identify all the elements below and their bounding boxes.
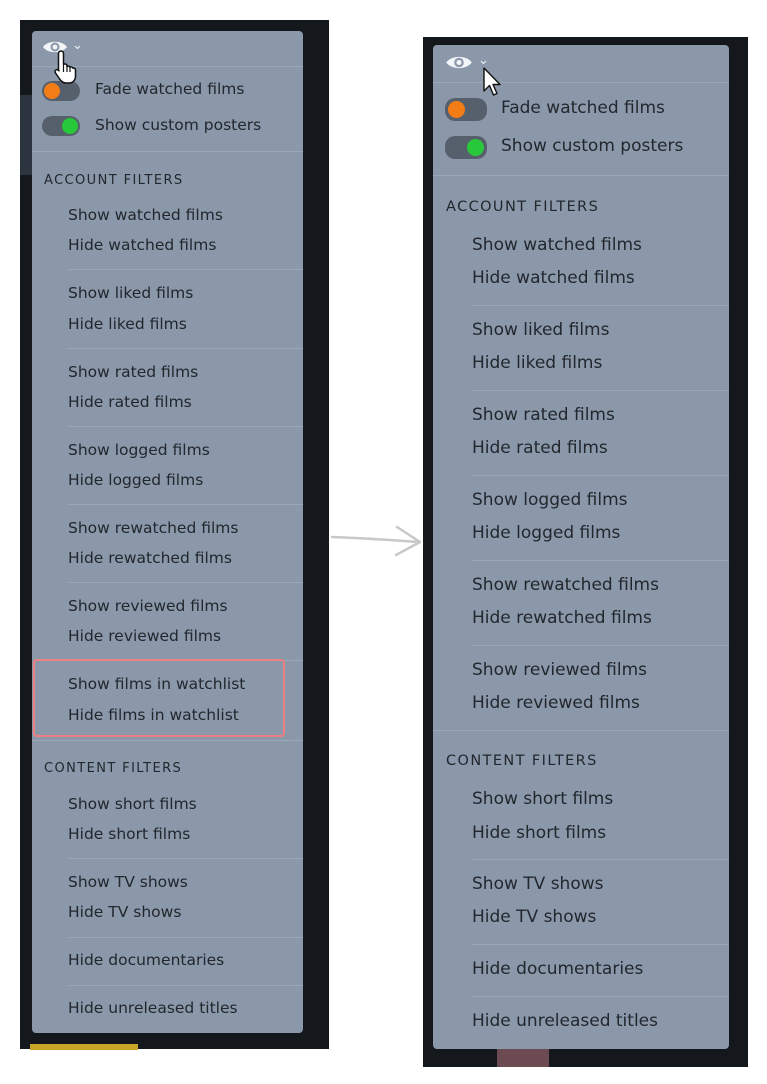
menu-item-hide-rated[interactable]: Hide rated films xyxy=(472,438,608,458)
custom-posters-toggle[interactable] xyxy=(445,136,487,159)
toggle-knob xyxy=(62,118,78,134)
menu-item-show-liked[interactable]: Show liked films xyxy=(472,320,609,340)
watchlist-highlight-box xyxy=(33,659,285,737)
menu-item-show-logged[interactable]: Show logged films xyxy=(68,441,210,459)
divider xyxy=(472,859,729,860)
divider xyxy=(68,858,303,859)
toggle-label: Show custom posters xyxy=(95,116,262,134)
menu-item-hide-short[interactable]: Hide short films xyxy=(68,825,190,843)
divider xyxy=(68,985,303,986)
menu-item-hide-liked[interactable]: Hide liked films xyxy=(68,315,187,333)
menu-item-hide-documentaries[interactable]: Hide documentaries xyxy=(472,959,643,979)
toggle-label: Show custom posters xyxy=(501,136,684,156)
menu-item-show-short[interactable]: Show short films xyxy=(472,789,613,809)
divider xyxy=(433,730,729,731)
right-arrow-icon xyxy=(331,525,422,557)
menu-item-hide-tv[interactable]: Hide TV shows xyxy=(68,903,181,921)
account-filters-header: ACCOUNT FILTERS xyxy=(446,199,600,215)
poster-thumbnail xyxy=(497,1049,549,1067)
toggle-label: Fade watched films xyxy=(501,98,665,118)
content-filters-header: CONTENT FILTERS xyxy=(446,753,598,769)
menu-item-show-watched[interactable]: Show watched films xyxy=(68,206,223,224)
divider xyxy=(32,740,303,741)
divider xyxy=(68,348,303,349)
menu-item-hide-rated[interactable]: Hide rated films xyxy=(68,393,192,411)
menu-item-hide-rewatched[interactable]: Hide rewatched films xyxy=(68,549,232,567)
dropdown-header: ⌄ xyxy=(433,45,729,83)
divider xyxy=(68,269,303,270)
divider xyxy=(32,151,303,152)
menu-item-show-tv[interactable]: Show TV shows xyxy=(472,874,603,894)
divider xyxy=(433,175,729,176)
divider xyxy=(472,944,729,945)
menu-item-hide-unreleased[interactable]: Hide unreleased titles xyxy=(68,999,238,1017)
divider xyxy=(472,560,729,561)
menu-item-hide-reviewed[interactable]: Hide reviewed films xyxy=(68,627,221,645)
fade-watched-toggle[interactable] xyxy=(445,98,487,121)
menu-item-show-tv[interactable]: Show TV shows xyxy=(68,873,188,891)
menu-item-hide-documentaries[interactable]: Hide documentaries xyxy=(68,951,224,969)
toggle-knob xyxy=(448,101,465,118)
toggle-label: Fade watched films xyxy=(95,80,245,98)
menu-item-show-rewatched[interactable]: Show rewatched films xyxy=(472,575,659,595)
menu-item-show-logged[interactable]: Show logged films xyxy=(472,490,627,510)
arrow-pointer-cursor-icon xyxy=(483,67,501,96)
divider xyxy=(472,305,729,306)
divider xyxy=(68,937,303,938)
menu-item-show-reviewed[interactable]: Show reviewed films xyxy=(472,660,647,680)
divider xyxy=(472,996,729,997)
divider xyxy=(68,582,303,583)
toggle-knob xyxy=(467,139,484,156)
menu-item-show-rewatched[interactable]: Show rewatched films xyxy=(68,519,238,537)
account-filters-header: ACCOUNT FILTERS xyxy=(44,173,184,188)
menu-item-hide-watched[interactable]: Hide watched films xyxy=(472,268,635,288)
divider xyxy=(68,504,303,505)
divider xyxy=(68,426,303,427)
menu-item-hide-watched[interactable]: Hide watched films xyxy=(68,236,216,254)
menu-item-hide-reviewed[interactable]: Hide reviewed films xyxy=(472,693,640,713)
menu-item-show-short[interactable]: Show short films xyxy=(68,795,197,813)
menu-item-hide-logged[interactable]: Hide logged films xyxy=(68,471,203,489)
menu-item-show-rated[interactable]: Show rated films xyxy=(472,405,615,425)
menu-item-show-rated[interactable]: Show rated films xyxy=(68,363,198,381)
poster-thumbnail xyxy=(30,1044,138,1050)
menu-item-show-liked[interactable]: Show liked films xyxy=(68,284,193,302)
filter-dropdown-before: ⌄ Fade watched films Show custom posters… xyxy=(32,31,303,1033)
menu-item-hide-tv[interactable]: Hide TV shows xyxy=(472,907,596,927)
menu-item-hide-unreleased[interactable]: Hide unreleased titles xyxy=(472,1011,658,1031)
hand-pointer-cursor-icon xyxy=(54,50,77,84)
menu-item-hide-logged[interactable]: Hide logged films xyxy=(472,523,620,543)
eye-icon[interactable] xyxy=(445,54,473,75)
content-filters-header: CONTENT FILTERS xyxy=(44,761,183,776)
menu-item-show-reviewed[interactable]: Show reviewed films xyxy=(68,597,228,615)
custom-posters-toggle[interactable] xyxy=(42,116,80,136)
divider xyxy=(472,475,729,476)
menu-item-hide-liked[interactable]: Hide liked films xyxy=(472,353,602,373)
divider xyxy=(472,645,729,646)
divider xyxy=(472,390,729,391)
menu-item-show-watched[interactable]: Show watched films xyxy=(472,235,642,255)
filter-dropdown-after: ⌄ Fade watched films Show custom posters… xyxy=(433,45,729,1049)
background-strip xyxy=(20,95,32,175)
toggle-knob xyxy=(44,83,60,99)
menu-item-hide-rewatched[interactable]: Hide rewatched films xyxy=(472,608,652,628)
menu-item-hide-short[interactable]: Hide short films xyxy=(472,823,606,843)
